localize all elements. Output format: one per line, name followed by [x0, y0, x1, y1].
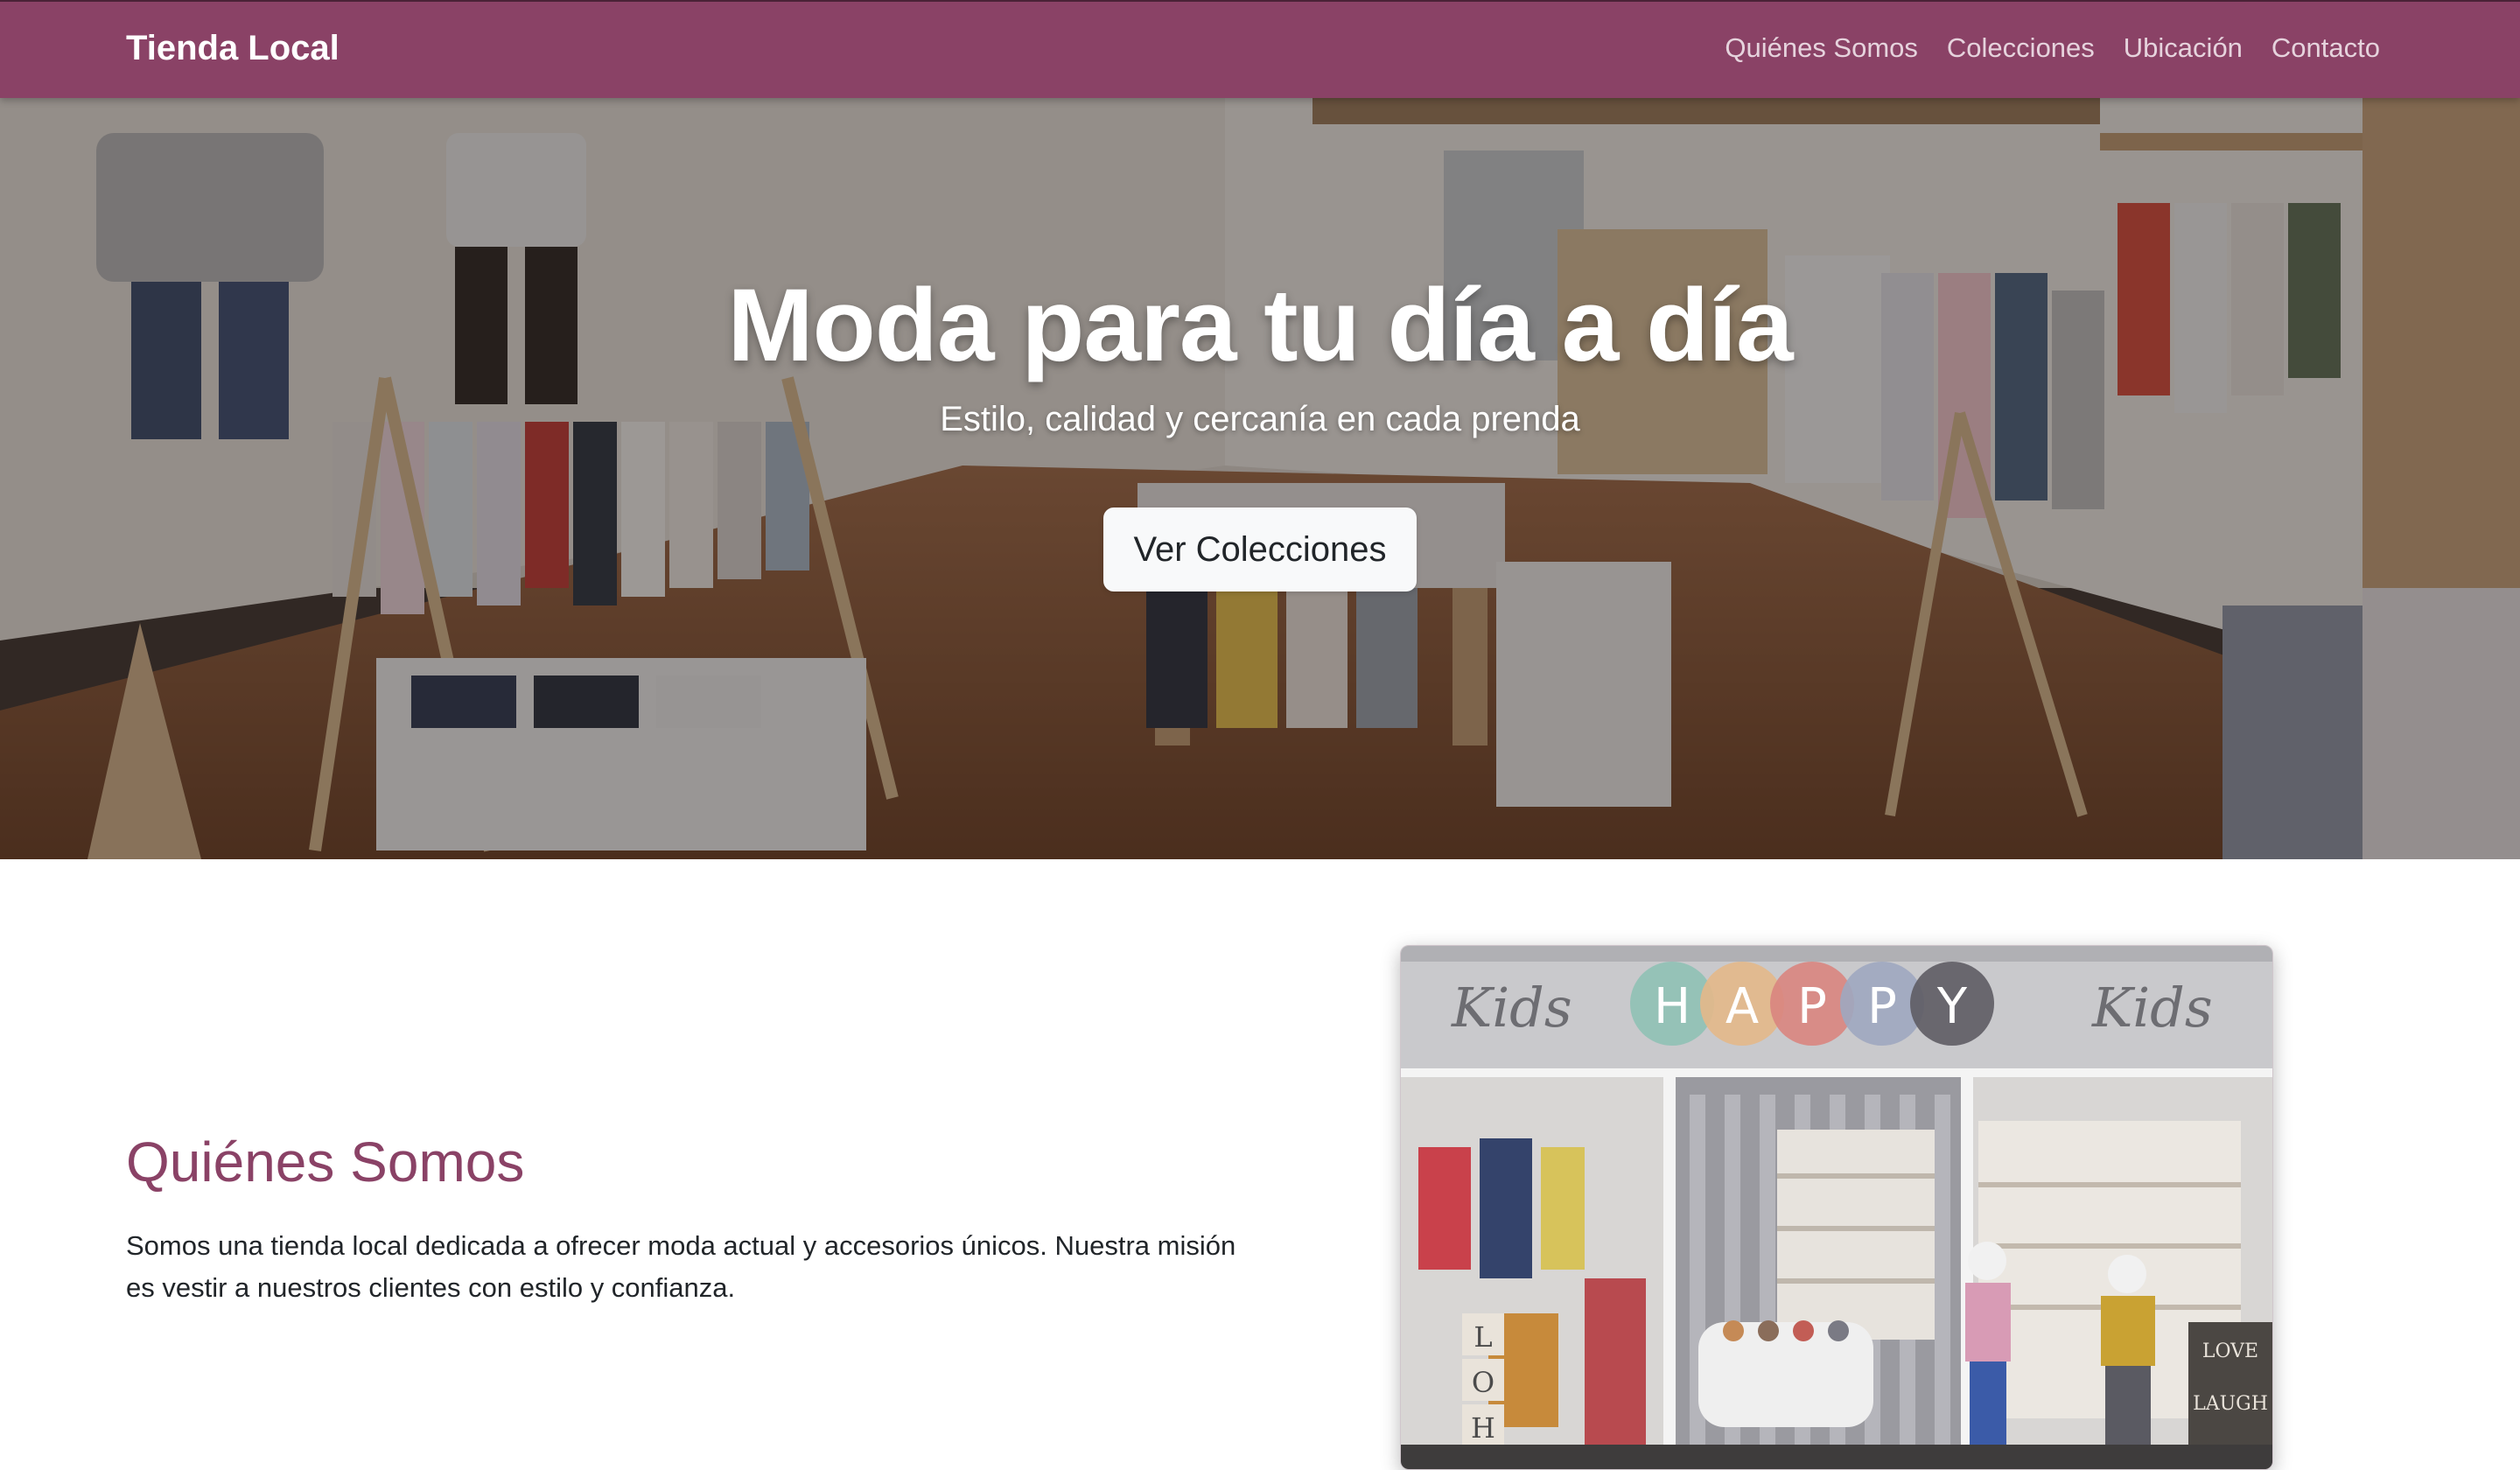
nav-item: Colecciones — [1947, 28, 2095, 68]
about-description: Somos una tienda local dedicada a ofrece… — [126, 1230, 1236, 1303]
about-section: Quiénes Somos Somos una tienda local ded… — [0, 859, 2520, 1470]
nav-link-ubicacion[interactable]: Ubicación — [2124, 32, 2243, 63]
navbar: Tienda Local Quiénes Somos Colecciones U… — [0, 0, 2520, 98]
sign-right-text: Kids — [2091, 976, 2213, 1040]
hero-title: Moda para tu día a día — [727, 268, 1793, 383]
sign-letter: P — [1797, 978, 1827, 1035]
sign-letter: P — [1867, 978, 1897, 1035]
brand-logo[interactable]: Tienda Local — [126, 26, 340, 70]
nav-link-colecciones[interactable]: Colecciones — [1947, 32, 2095, 63]
nav-menu: Quiénes Somos Colecciones Ubicación Cont… — [1725, 28, 2380, 68]
nav-link-contacto[interactable]: Contacto — [2272, 32, 2380, 63]
sign-letter: H — [1654, 978, 1690, 1035]
sign-letter: A — [1726, 978, 1759, 1035]
nav-item: Ubicación — [2124, 28, 2243, 68]
nav-item: Quiénes Somos — [1725, 28, 1918, 68]
hero-dark-overlay — [0, 98, 2520, 859]
view-collections-button[interactable]: Ver Colecciones — [1103, 508, 1417, 592]
block-letter: O — [1472, 1366, 1494, 1399]
nav-item: Contacto — [2272, 28, 2380, 68]
nav-link-quienes-somos[interactable]: Quiénes Somos — [1725, 32, 1918, 63]
block-letter: H — [1471, 1411, 1495, 1445]
about-heading: Quiénes Somos — [126, 1130, 525, 1194]
hero-subtitle: Estilo, calidad y cercanía en cada prend… — [940, 400, 1580, 438]
storefront-illustration: Kids Kids H A P P Y L O H LOVE LAUGH — [1401, 946, 2272, 1469]
sign-left-text: Kids — [1451, 976, 1572, 1040]
block-letter: L — [1474, 1320, 1492, 1354]
storefront-photo: Kids Kids H A P P Y L O H LOVE LAUGH — [1400, 945, 2273, 1470]
sign-letter: Y — [1936, 978, 1968, 1035]
display-text: LOVE — [2202, 1340, 2258, 1362]
display-text: LAUGH — [2193, 1393, 2268, 1415]
happy-sign: H A P P Y — [1630, 962, 1994, 1046]
hero-section: Moda para tu día a día Estilo, calidad y… — [0, 98, 2520, 859]
